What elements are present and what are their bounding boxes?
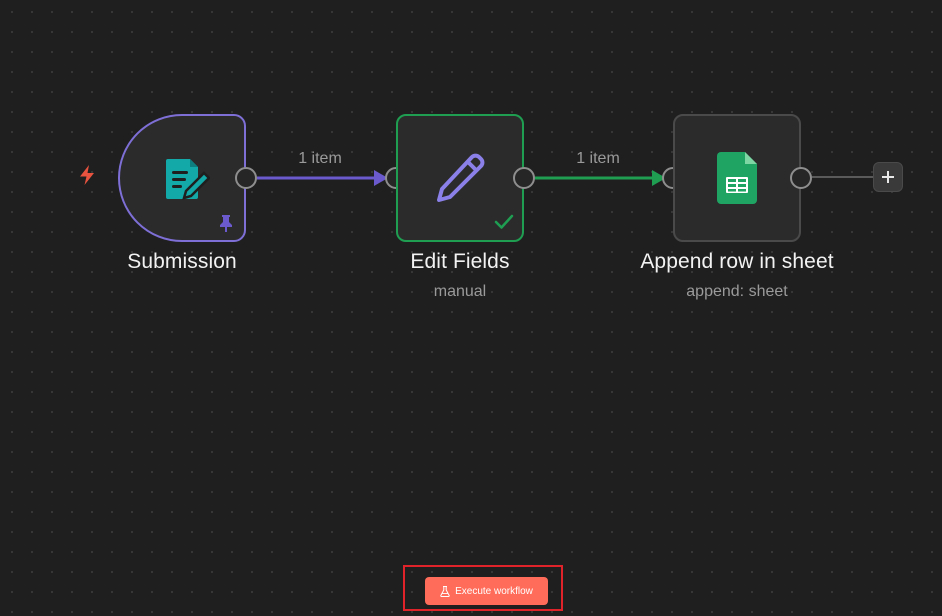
google-sheets-icon [717,152,757,204]
node-append-row[interactable] [673,114,801,242]
connections [257,170,874,186]
form-edit-icon [160,153,211,203]
flask-icon [440,585,450,597]
node-subtitle-edit-fields: manual [433,283,487,300]
node-edit-fields[interactable] [396,114,524,242]
node-title-submission: Submission [127,250,237,273]
output-handle-edit-fields[interactable] [513,167,535,189]
node-submission[interactable] [118,114,246,242]
output-handle-append-row[interactable] [790,167,812,189]
check-icon [494,214,514,230]
node-subtitle-append-row: append: sheet [686,283,788,300]
node-title-edit-fields: Edit Fields [410,250,510,273]
add-node-button[interactable] [873,162,903,192]
node-title-append-row: Append row in sheet [640,250,834,273]
plus-icon [881,170,895,184]
execute-workflow-button[interactable]: Execute workflow [425,577,548,605]
pencil-icon [432,150,488,206]
output-handle-submission[interactable] [235,167,257,189]
edge-label-2: 1 item [576,150,620,167]
execute-workflow-label: Execute workflow [455,585,533,597]
pin-icon[interactable] [218,214,234,232]
edge-label-1: 1 item [298,150,342,167]
lightning-icon [77,164,97,186]
